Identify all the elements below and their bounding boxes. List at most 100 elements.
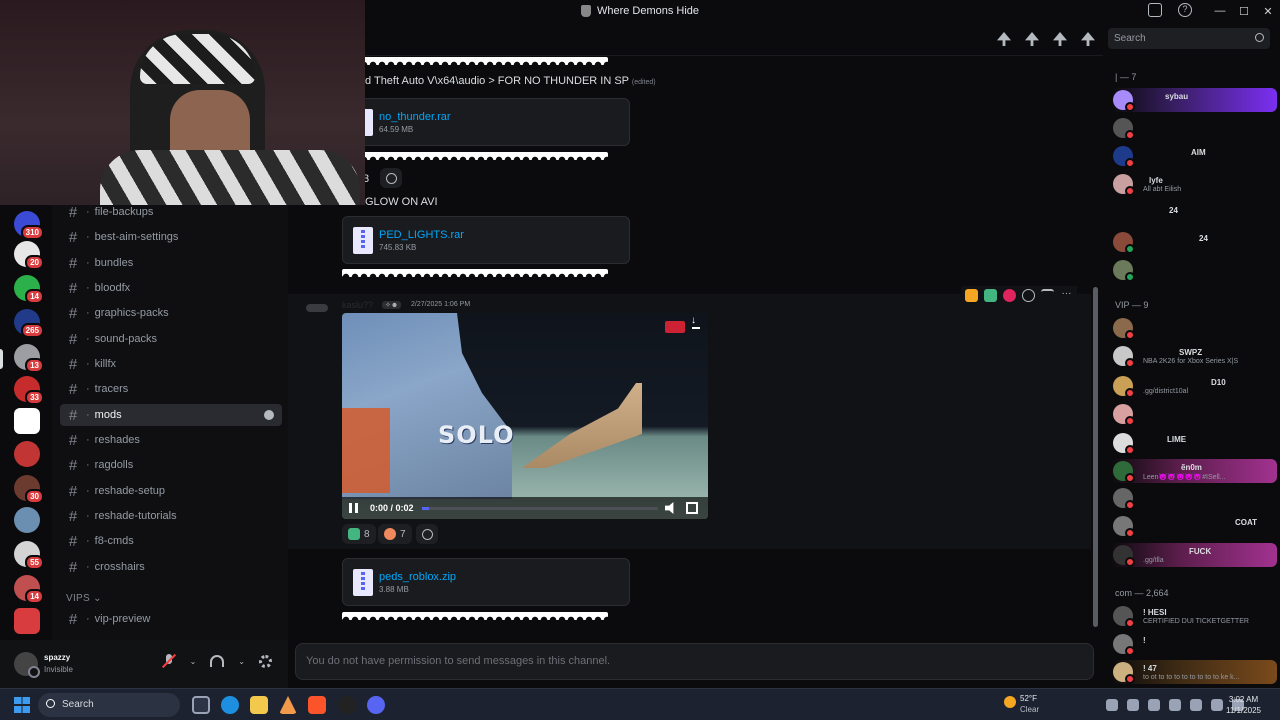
server-icon[interactable]: 310 [14,211,44,240]
add-reaction-icon[interactable] [1022,289,1035,302]
start-button-icon[interactable] [14,697,30,713]
chevron-down-icon[interactable]: ⌄ [238,657,245,666]
file-name[interactable]: peds_roblox.zip [379,571,456,583]
pin-icon[interactable] [1053,32,1067,46]
fullscreen-icon[interactable] [686,502,698,514]
channel-killfx[interactable]: # · killfx [60,353,282,375]
member-item[interactable]: SWPZ NBA 2K26 for Xbox Series X|S [1111,344,1277,368]
inbox-icon[interactable] [1148,3,1162,17]
mute-mic-icon[interactable] [162,654,176,668]
category-vips[interactable]: VIPS ⌄ [66,593,102,604]
member-item[interactable]: D10 .gg/district10al [1111,374,1277,398]
server-icon[interactable]: 30 [14,475,44,504]
channel-ragdolls[interactable]: # · ragdolls [60,454,282,476]
file-name[interactable]: no_thunder.rar [379,111,451,123]
edge-browser-icon[interactable] [221,696,239,714]
server-icon[interactable]: 14 [14,575,44,604]
chevron-down-icon[interactable]: ⌄ [190,657,197,666]
headset-icon[interactable] [210,655,225,667]
member-item[interactable]: lyfe All abt Eilish [1111,172,1277,196]
tray-app-icon[interactable] [1148,699,1160,711]
channel-reshades[interactable]: # · reshades [60,429,282,451]
member-item[interactable] [1111,402,1277,426]
scrollbar-thumb[interactable] [1093,287,1098,627]
member-item[interactable] [1111,316,1277,340]
network-icon[interactable] [1211,699,1223,711]
member-item[interactable]: 24 [1111,230,1277,254]
search-input[interactable]: Search [1108,28,1270,49]
notification-bell-icon[interactable] [1025,32,1039,46]
pause-icon[interactable] [349,503,358,513]
message-hovered[interactable]: ··· kaslu?? ✧☻ 2/27/2025 1:06 PM SOLO 0:… [288,286,1091,549]
microphone-icon[interactable] [1190,699,1202,711]
channel-crosshairs[interactable]: # · crosshairs [60,556,282,578]
minimize-button[interactable]: — [1208,5,1232,17]
channel-f8-cmds[interactable]: # · f8-cmds [60,530,282,552]
member-item[interactable]: ! HESI CERTIFIED DUI TICKETGETTER [1111,604,1277,628]
channel-graphics-packs[interactable]: # · graphics-packs [60,302,282,324]
fire-reaction-icon[interactable] [965,289,978,302]
add-member-icon[interactable] [264,410,274,420]
channel-tracers[interactable]: # · tracers [60,378,282,400]
server-icon[interactable] [14,441,40,467]
channel-vip-preview[interactable]: # · vip-preview [60,608,282,630]
app-icon[interactable] [279,696,297,714]
add-reaction-button[interactable] [380,168,402,188]
channel-reshade-setup[interactable]: # · reshade-setup [60,480,282,502]
threads-icon[interactable] [997,32,1011,46]
member-item[interactable]: COAT [1111,514,1277,538]
server-icon[interactable] [14,507,40,533]
server-icon[interactable] [14,408,40,434]
member-list-icon[interactable] [1081,32,1095,46]
member-item[interactable]: FUCK .gg/tlla [1111,543,1277,567]
member-item[interactable] [1111,258,1277,282]
add-reaction-button[interactable] [416,524,438,544]
video-player[interactable]: SOLO 0:00 / 0:02 [342,313,708,519]
message-author[interactable]: kaslu?? [342,300,373,310]
server-icon[interactable] [14,608,40,634]
taskbar-clock[interactable]: 3:02 AM 11/1/2025 [1226,694,1261,716]
channel-bloodfx[interactable]: # · bloodfx [60,277,282,299]
file-attachment[interactable]: PED_LIGHTS.rar 745.83 KB [342,216,630,264]
server-icon[interactable]: 265 [14,309,44,338]
discord-taskbar-icon[interactable] [367,696,385,714]
member-item[interactable]: 24 [1111,202,1277,226]
app-icon[interactable] [338,696,356,714]
tray-app-icon[interactable] [1169,699,1181,711]
help-icon[interactable]: ? [1178,3,1192,17]
more-options-icon[interactable]: ··· [1060,289,1073,302]
brave-browser-icon[interactable] [308,696,326,714]
check-reaction-icon[interactable] [984,289,997,302]
gear-icon[interactable] [259,654,272,668]
server-icon[interactable]: 33 [14,376,44,405]
server-icon[interactable]: 20 [14,241,44,270]
forward-icon[interactable] [1041,289,1054,302]
server-icon[interactable]: 55 [14,541,44,570]
file-attachment[interactable]: peds_roblox.zip 3.88 MB [342,558,630,606]
volume-icon[interactable] [665,502,674,514]
file-name[interactable]: PED_LIGHTS.rar [379,229,464,241]
channel-best-aim-settings[interactable]: # · best-aim-settings [60,226,282,248]
member-item[interactable]: ! [1111,632,1277,656]
tray-chevron-icon[interactable] [1106,699,1118,711]
file-explorer-icon[interactable] [250,696,268,714]
taskbar-search[interactable]: Search [38,693,180,717]
file-attachment[interactable]: no_thunder.rar 64.59 MB [342,98,630,146]
reaction-check[interactable]: 8 [342,524,376,544]
server-icon[interactable]: 14 [14,275,44,304]
member-item[interactable]: LIME [1111,431,1277,455]
heart-reaction-icon[interactable] [1003,289,1016,302]
channel-reshade-tutorials[interactable]: # · reshade-tutorials [60,505,282,527]
member-item[interactable] [1111,486,1277,510]
close-button[interactable]: ✕ [1256,5,1280,18]
channel-sound-packs[interactable]: # · sound-packs [60,328,282,350]
download-icon[interactable] [691,315,700,329]
avatar[interactable] [306,304,328,312]
member-item[interactable]: AIM [1111,144,1277,168]
member-item[interactable]: ẽn0m Leen😈😈😈😈😈#ISell... [1111,459,1277,483]
reaction-peach[interactable]: 7 [378,524,412,544]
task-view-icon[interactable] [192,696,210,714]
member-item[interactable]: ! 47 to ot to to to to to to to to ke k..… [1111,660,1277,684]
channel-mods[interactable]: # · mods [60,404,282,426]
member-item[interactable]: sybau [1111,88,1277,112]
